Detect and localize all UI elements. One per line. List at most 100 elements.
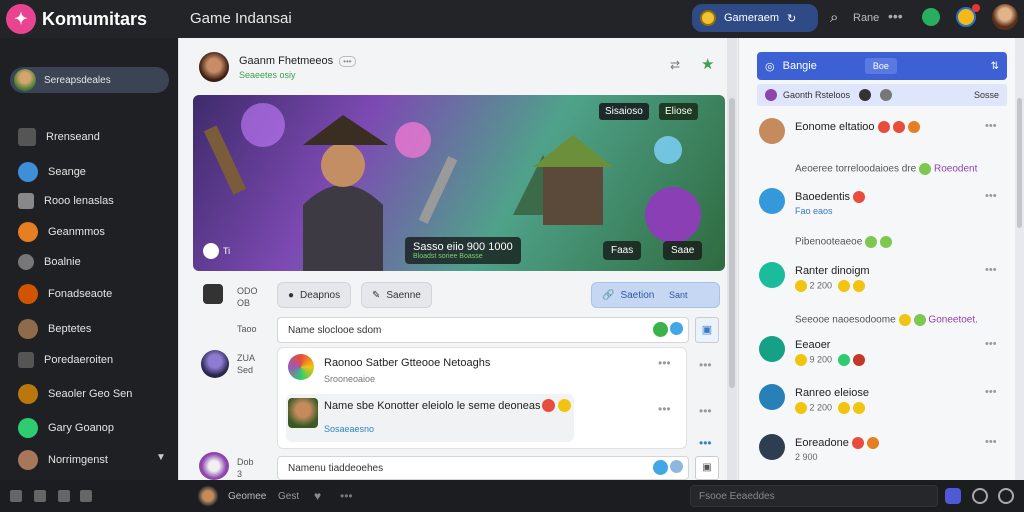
name-text: Baoedentis xyxy=(795,191,851,203)
more-icon[interactable]: ••• xyxy=(985,338,997,350)
sidebar-item-player[interactable]: Beptetes xyxy=(18,319,91,339)
sidebar-item-settings[interactable]: Boalnie xyxy=(18,252,81,272)
discord-icon[interactable] xyxy=(945,488,961,504)
comment-button[interactable]: ✎ Saenne xyxy=(361,282,432,308)
post-author[interactable]: Gaanm Fhetmeeos ••• xyxy=(239,55,356,67)
scroll-thumb[interactable] xyxy=(729,98,735,388)
reply-link[interactable]: Sosaeaesno xyxy=(324,424,374,434)
like-button[interactable]: ● Deapnos xyxy=(277,282,352,308)
image-upload-icon[interactable]: ▣ xyxy=(695,456,719,480)
list-item-sub: 9 200 xyxy=(795,354,865,366)
sidebar-item-globe[interactable]: Seange xyxy=(18,162,86,182)
more-icon[interactable]: ••• xyxy=(699,436,712,450)
emoji-icon[interactable] xyxy=(653,460,668,475)
smile-emoji-icon[interactable] xyxy=(558,399,571,412)
chevron-icon[interactable]: ⇅ xyxy=(991,61,999,72)
sidebar-item-user[interactable]: Norrimgenst xyxy=(18,450,108,470)
scroll-thumb[interactable] xyxy=(1017,98,1022,228)
sidebar-item-bookmark[interactable]: Rooo lenaslas xyxy=(18,191,114,211)
count-top: ODO xyxy=(237,286,258,296)
more-icon[interactable]: ••• xyxy=(985,120,997,132)
sound-icon[interactable] xyxy=(203,243,219,259)
sidebar-profile[interactable]: Sereapsdeales xyxy=(10,67,169,93)
list-item[interactable]: Eoreadone 2 900 ••• xyxy=(759,434,1007,468)
refresh-icon[interactable]: ↻ xyxy=(787,12,796,25)
settings-icon[interactable] xyxy=(998,488,1014,504)
play-button[interactable]: Faas xyxy=(603,241,642,260)
list-item[interactable]: Baoedentis Fao eaos ••• xyxy=(759,188,1007,218)
user-avatar[interactable] xyxy=(992,4,1018,30)
right-scrollbar[interactable] xyxy=(1015,38,1024,480)
image-upload-icon[interactable]: ▣ xyxy=(695,317,719,343)
compose-avatar[interactable] xyxy=(199,452,229,480)
emoji-icon[interactable] xyxy=(653,322,668,337)
reply-input[interactable]: Name sloclooe sdom xyxy=(277,317,689,343)
chat-icon[interactable] xyxy=(10,490,22,502)
star-icon[interactable]: ★ xyxy=(701,55,714,73)
avatar[interactable] xyxy=(198,486,218,506)
search-label[interactable]: Rane xyxy=(853,12,879,24)
panel-filter[interactable]: Boe xyxy=(864,58,897,74)
list-item-name: Baoedentis xyxy=(795,191,866,204)
note-highlight[interactable]: Roeodent xyxy=(934,164,977,175)
emoji-icon xyxy=(919,163,932,175)
more-icon[interactable]: ••• xyxy=(985,386,997,398)
reply-avatar[interactable] xyxy=(288,398,318,428)
note-highlight[interactable]: Goneetoet. xyxy=(928,315,977,326)
share-icon[interactable]: ⇄ xyxy=(670,58,680,72)
banner-tag[interactable]: Sisaioso xyxy=(599,103,649,120)
list-item[interactable]: Eeaoer 9 200 ••• xyxy=(759,336,1007,370)
sidebar-item-world[interactable]: Gary Goanop xyxy=(18,418,114,438)
banner-tag[interactable]: Eliose xyxy=(659,103,699,120)
panel-subheader[interactable]: Gaonth Rsteloos Sosse xyxy=(757,84,1007,106)
list-item[interactable]: Ranreo eleiose 2 200 ••• xyxy=(759,384,1007,418)
settings-icon[interactable] xyxy=(80,490,92,502)
server-selector[interactable]: Gameraem ↻ xyxy=(692,4,818,32)
sub-text: 2 200 xyxy=(809,402,833,413)
quality-label[interactable]: Ti xyxy=(223,246,230,256)
post-author-avatar[interactable] xyxy=(199,52,229,82)
share-button[interactable]: 🔗 Saetion xyxy=(591,282,720,308)
emoji-icon xyxy=(852,402,865,414)
avatar xyxy=(759,262,785,288)
group-icon xyxy=(288,354,314,380)
more-icon[interactable]: ••• xyxy=(658,402,671,416)
sidebar-item-shield[interactable]: Seaoler Geo Sen xyxy=(18,384,132,404)
thread-avatar[interactable] xyxy=(201,350,229,378)
post-banner-image[interactable]: Sisaioso Eliose Ti Sasso eiio 900 1000 Bl… xyxy=(193,95,725,271)
panel-tab[interactable]: ◎ Bangie Boe ⇅ xyxy=(757,52,1007,80)
list-item[interactable]: Ranter dinoigm 2 200 ••• xyxy=(759,262,1007,296)
sidebar-item-games[interactable]: Geanmmos xyxy=(18,222,105,242)
sidebar-item-calendar[interactable]: Poredaeroiten xyxy=(18,350,113,370)
more-icon[interactable]: ••• xyxy=(985,264,997,276)
next-button[interactable]: Saae xyxy=(663,241,703,260)
angry-emoji-icon[interactable] xyxy=(542,399,555,412)
panel-tab-label: Bangie xyxy=(782,60,817,72)
more-icon[interactable]: ••• xyxy=(985,190,997,202)
heart-icon[interactable]: ♥ xyxy=(314,489,321,503)
chevron-down-icon[interactable]: ▼ xyxy=(156,452,166,463)
thread-title[interactable]: Raonoo Satber Gtteooe Netoaghs xyxy=(324,357,490,369)
more-icon[interactable]: ••• xyxy=(699,358,712,372)
status-icon[interactable] xyxy=(922,8,940,26)
search-icon[interactable]: ⌕ xyxy=(830,9,838,26)
app-logo[interactable]: ✦ xyxy=(6,4,36,34)
emoji-icon xyxy=(907,121,920,134)
more-icon[interactable]: ••• xyxy=(985,436,997,448)
clock-icon[interactable] xyxy=(972,488,988,504)
main-scrollbar[interactable] xyxy=(727,38,737,480)
sidebar-item-trophy[interactable]: Fonadseaote xyxy=(18,284,112,304)
attach-icon[interactable] xyxy=(670,322,683,335)
more-icon[interactable]: ••• xyxy=(888,8,903,24)
more-icon[interactable]: ••• xyxy=(699,404,712,418)
more-icon[interactable]: ••• xyxy=(340,489,353,503)
list-icon[interactable] xyxy=(34,490,46,502)
emoji-icon xyxy=(837,354,850,366)
grid-icon[interactable] xyxy=(58,490,70,502)
more-icon[interactable]: ••• xyxy=(658,356,671,370)
sidebar-item-home[interactable]: Rrenseand xyxy=(18,127,100,147)
list-item[interactable]: Eonome eltatioo ••• xyxy=(759,118,1007,146)
compose-input[interactable]: Namenu tiaddeoehes xyxy=(277,456,689,480)
bottom-search-input[interactable]: Fsooe Eeaeddes xyxy=(690,485,938,507)
attach-icon[interactable] xyxy=(670,460,683,473)
